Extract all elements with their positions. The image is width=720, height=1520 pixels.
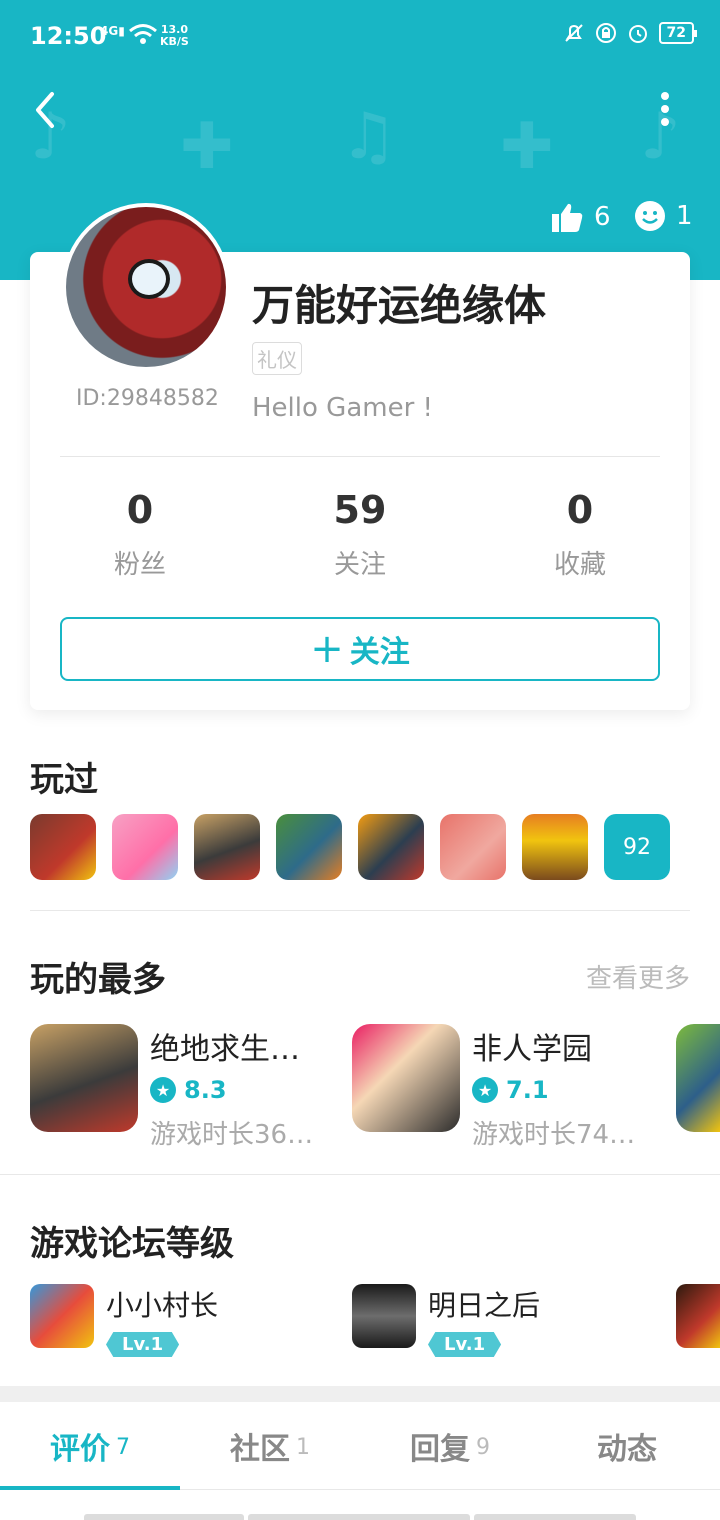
- game-name: 非人学园: [472, 1032, 592, 1067]
- mute-bell-icon: [564, 24, 583, 42]
- game-icon: [352, 1024, 460, 1132]
- tab-count: 9: [476, 1435, 490, 1460]
- card-divider: [60, 456, 660, 457]
- game-icon[interactable]: [276, 814, 342, 880]
- most-played-item-partial[interactable]: [676, 1024, 720, 1132]
- tab-label: 社区: [230, 1431, 290, 1467]
- back-icon[interactable]: [28, 86, 68, 136]
- stat-value: 0: [566, 488, 594, 532]
- game-icon: [676, 1284, 720, 1348]
- more-games-count[interactable]: 92: [604, 814, 670, 880]
- status-bar: 12:50 4G▮ 13.0 KB/S 72: [0, 0, 720, 72]
- section-separator: [0, 1386, 720, 1402]
- game-score: ★ 8.3: [150, 1076, 328, 1104]
- likes-count: 6: [594, 202, 611, 232]
- tab-label: 评价: [50, 1431, 110, 1467]
- most-played-item[interactable]: 绝地求生：… ★ 8.3 游戏时长363…: [30, 1024, 328, 1151]
- stat-fans[interactable]: 0 粉丝: [60, 488, 220, 581]
- avatar[interactable]: [62, 203, 230, 371]
- network-speed: 13.0 KB/S: [160, 23, 189, 48]
- star-icon: ★: [472, 1077, 498, 1103]
- game-icon[interactable]: [522, 814, 588, 880]
- signal-icon: 4G▮: [100, 24, 125, 38]
- play-time: 游戏时长363…: [150, 1120, 328, 1150]
- forum-levels-title: 游戏论坛等级: [30, 1224, 234, 1264]
- game-icon[interactable]: [112, 814, 178, 880]
- more-options-icon[interactable]: [650, 88, 680, 132]
- game-icon[interactable]: [358, 814, 424, 880]
- stat-value: 0: [126, 488, 154, 532]
- most-played-item[interactable]: 非人学园 ★ 7.1 游戏时长74…: [352, 1024, 650, 1151]
- divider: [0, 1174, 720, 1175]
- game-score: ★ 7.1: [472, 1076, 650, 1104]
- played-games-row: 92: [30, 814, 670, 880]
- stat-favorites[interactable]: 0 收藏: [500, 488, 660, 581]
- divider: [30, 910, 690, 911]
- status-icons: 72: [563, 22, 698, 44]
- profile-tabs: 评价 7 社区 1 回复 9 动态: [0, 1402, 720, 1490]
- tab-count: 7: [116, 1435, 130, 1460]
- alarm-icon: [628, 25, 647, 43]
- game-icon: [30, 1024, 138, 1132]
- game-icon: [352, 1284, 416, 1348]
- tab-activity[interactable]: 动态: [540, 1402, 720, 1489]
- smiley-icon: [635, 201, 665, 231]
- level-badge: Lv.1: [106, 1332, 180, 1357]
- forum-level-item[interactable]: 小小村长 Lv.1: [30, 1284, 218, 1357]
- tab-replies[interactable]: 回复 9: [360, 1402, 540, 1489]
- wifi-icon: [129, 24, 157, 44]
- stat-value: 59: [333, 488, 387, 532]
- user-tag: 礼仪: [252, 342, 302, 375]
- content-preview: [474, 1514, 636, 1520]
- plus-icon: +: [310, 626, 344, 672]
- stat-label: 收藏: [553, 550, 606, 580]
- game-icon[interactable]: [194, 814, 260, 880]
- game-icon[interactable]: [440, 814, 506, 880]
- forum-game-name: 明日之后: [428, 1289, 541, 1322]
- tab-label: 动态: [597, 1431, 657, 1467]
- status-time: 12:50: [30, 22, 107, 50]
- most-played-title: 玩的最多: [30, 960, 166, 1000]
- content-preview: [248, 1514, 470, 1520]
- follow-button[interactable]: + 关注: [60, 617, 660, 681]
- gamepad-icon: ✚: [180, 110, 234, 184]
- music-note-icon: ♫: [340, 100, 398, 174]
- see-more-link[interactable]: 查看更多: [586, 958, 690, 995]
- forum-level-item-partial[interactable]: [676, 1284, 720, 1348]
- stat-label: 粉丝: [113, 550, 166, 580]
- game-icon: [676, 1024, 720, 1132]
- user-bio: Hello Gamer !: [252, 393, 433, 423]
- lock-rotation-icon: [595, 23, 616, 43]
- tab-community[interactable]: 社区 1: [180, 1402, 360, 1489]
- gamepad-icon: ✚: [500, 110, 554, 184]
- battery-indicator: 72: [658, 22, 698, 44]
- follow-button-label: 关注: [349, 635, 410, 670]
- tab-label: 回复: [410, 1431, 470, 1467]
- content-preview: [84, 1514, 244, 1520]
- play-time: 游戏时长74…: [472, 1120, 636, 1150]
- smiles-counter[interactable]: 1: [634, 200, 693, 232]
- smiles-count: 1: [676, 201, 693, 231]
- level-badge: Lv.1: [428, 1332, 502, 1357]
- thumbs-up-icon: [552, 203, 583, 232]
- tab-reviews[interactable]: 评价 7: [0, 1402, 180, 1490]
- star-icon: ★: [150, 1077, 176, 1103]
- forum-game-name: 小小村长: [106, 1289, 219, 1322]
- game-icon[interactable]: [30, 814, 96, 880]
- user-id: ID:29848582: [76, 386, 219, 411]
- likes-counter[interactable]: 6: [550, 200, 611, 234]
- played-title: 玩过: [30, 760, 98, 800]
- tab-count: 1: [296, 1435, 310, 1460]
- forum-level-item[interactable]: 明日之后 Lv.1: [352, 1284, 540, 1357]
- user-name: 万能好运绝缘体: [252, 281, 547, 330]
- game-name: 绝地求生：…: [150, 1032, 328, 1067]
- stat-label: 关注: [333, 550, 386, 580]
- game-icon: [30, 1284, 94, 1348]
- avatar-image: [66, 207, 226, 367]
- stat-following[interactable]: 59 关注: [280, 488, 440, 581]
